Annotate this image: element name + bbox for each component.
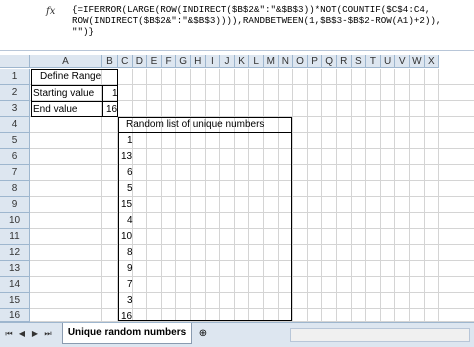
column-header-o[interactable]: O [293,55,308,68]
row-header-5[interactable]: 5 [0,133,30,149]
column-header-i[interactable]: I [205,55,221,68]
worksheet-grid[interactable]: ABCDEFGHIJKLMNOPQRSTUVWX 1 2 3 4 5 6 7 8 9 10 11 12… [0,55,474,322]
column-header-e[interactable]: E [147,55,162,68]
random-list-header[interactable]: Random list of unique numbers [126,119,264,130]
formula-line: {=IFERROR(LARGE(ROW(INDIRECT($B$2&":"&$B… [72,4,431,15]
column-header-c[interactable]: C [118,55,133,68]
formula-text[interactable]: {=IFERROR(LARGE(ROW(INDIRECT($B$2&":"&$B… [72,4,468,37]
grid-column-line [379,69,381,322]
random-number-cell[interactable]: 8 [127,247,133,258]
random-number-cell[interactable]: 5 [127,183,133,194]
row-header-3[interactable]: 3 [0,101,30,117]
row-header-9[interactable]: 9 [0,197,30,213]
random-number-cell[interactable]: 9 [127,263,133,274]
next-sheet-icon[interactable]: ▶ [30,328,40,340]
sheet-tab-unique-random-numbers[interactable]: Unique random numbers [62,323,192,344]
grid-column-line [409,69,410,322]
row-header-4[interactable]: 4 [0,117,30,133]
random-number-cell[interactable]: 16 [121,311,132,322]
grid-column-line [306,69,308,322]
formula-line: "")} [72,26,95,37]
define-range-border [31,69,118,117]
random-number-cell[interactable]: 3 [127,295,133,306]
grid-column-line [423,69,425,322]
column-header-d[interactable]: D [132,55,148,68]
column-header-u[interactable]: U [380,55,396,68]
column-header-f[interactable]: F [161,55,177,68]
horizontal-scrollbar[interactable] [290,328,470,342]
random-number-cell[interactable]: 13 [121,151,132,162]
row-header-7[interactable]: 7 [0,165,30,181]
column-header-g[interactable]: G [176,55,191,68]
grid-column-line [321,69,323,322]
row-header-1[interactable]: 1 [0,69,30,85]
column-header-n[interactable]: N [278,55,294,68]
column-header-m[interactable]: M [264,55,279,68]
sheet-tab-bar: ⏮ ◀ ▶ ⏭ Unique random numbers ⊕ [0,322,474,347]
column-header-b[interactable]: B [102,55,118,68]
column-header-h[interactable]: H [191,55,206,68]
row-header-15[interactable]: 15 [0,293,30,309]
select-all-corner[interactable] [0,55,30,68]
row-header-2[interactable]: 2 [0,85,30,101]
formula-bar[interactable]: fx {=IFERROR(LARGE(ROW(INDIRECT($B$2&":"… [0,0,474,51]
grid-column-line [438,69,440,322]
random-number-cell[interactable]: 4 [127,215,133,226]
random-number-cell[interactable]: 7 [127,279,133,290]
random-number-cell[interactable]: 15 [121,199,132,210]
column-header-r[interactable]: R [337,55,352,68]
random-list-divider [118,132,292,133]
column-header-s[interactable]: S [351,55,367,68]
column-header-a[interactable]: A [30,55,102,68]
random-number-cell[interactable]: 6 [127,167,133,178]
insert-sheet-icon[interactable]: ⊕ [194,327,212,340]
column-header-q[interactable]: Q [322,55,337,68]
grid-column-line [365,69,367,322]
column-header-l[interactable]: L [249,55,264,68]
prev-sheet-icon[interactable]: ◀ [17,328,27,340]
column-header-t[interactable]: T [366,55,381,68]
row-header-6[interactable]: 6 [0,149,30,165]
define-range-divider [31,85,118,86]
column-header-v[interactable]: V [395,55,410,68]
row-header-13[interactable]: 13 [0,261,30,277]
row-header-14[interactable]: 14 [0,277,30,293]
grid-column-line [350,69,352,322]
column-header-j[interactable]: J [220,55,235,68]
grid-column-line [336,69,337,322]
column-header-w[interactable]: W [410,55,425,68]
column-header-p[interactable]: P [307,55,323,68]
random-number-cell[interactable]: 10 [121,231,132,242]
row-header-16[interactable]: 16 [0,309,30,322]
row-header-8[interactable]: 8 [0,181,30,197]
row-header-12[interactable]: 12 [0,245,30,261]
define-range-divider [102,85,103,117]
row-header-11[interactable]: 11 [0,229,30,245]
row-header-10[interactable]: 10 [0,213,30,229]
random-list-border [118,117,292,321]
last-sheet-icon[interactable]: ⏭ [43,328,53,340]
random-number-cell[interactable]: 1 [127,135,133,146]
insert-function-icon[interactable]: fx [46,6,66,20]
column-header-x[interactable]: X [424,55,440,68]
grid-column-line [292,69,294,322]
first-sheet-icon[interactable]: ⏮ [4,328,14,340]
define-range-divider [31,101,118,102]
formula-line: ROW(INDIRECT($B$2&":"&$B$3)))),RANDBETWE… [72,15,442,26]
column-header-k[interactable]: K [234,55,250,68]
grid-column-line [394,69,396,322]
